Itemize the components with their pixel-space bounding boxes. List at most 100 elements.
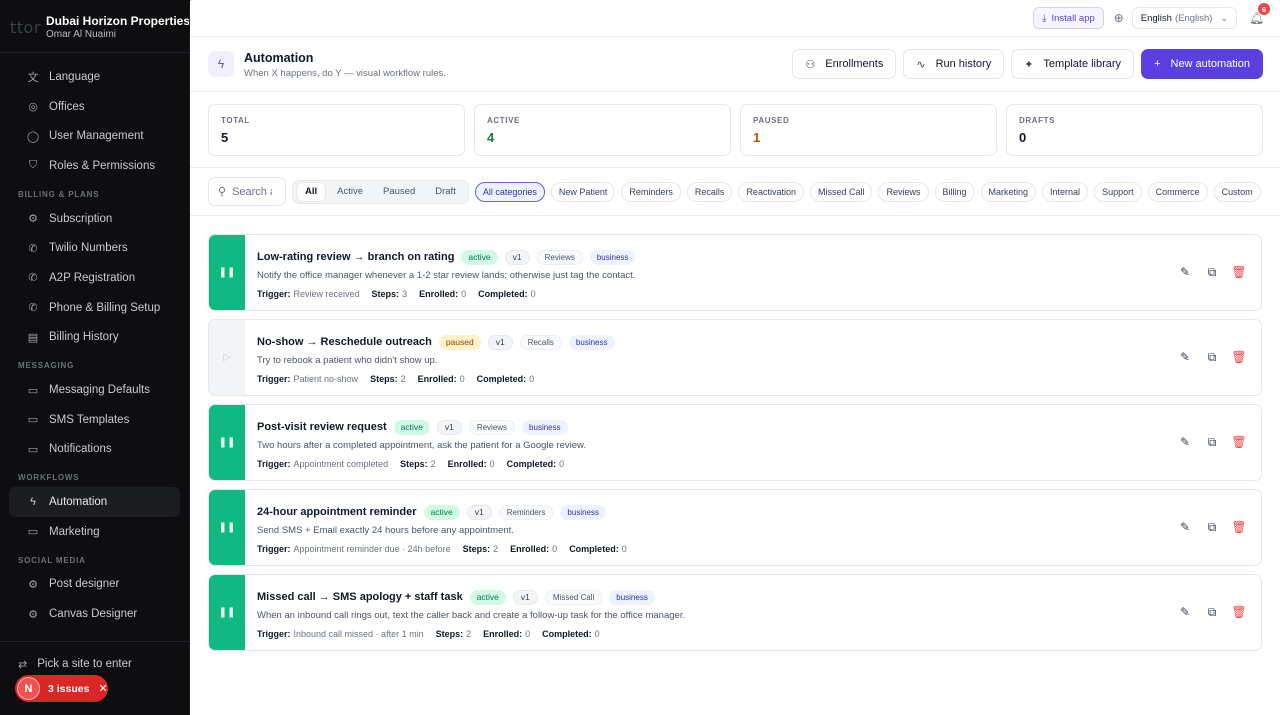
duplicate-icon[interactable]: ⧉ (1205, 435, 1219, 449)
meta-key: Trigger: (257, 459, 291, 469)
category-chip[interactable]: Support (1094, 181, 1142, 202)
category-badge: Reminders (498, 504, 554, 520)
sidebar-item-phone-billing-setup[interactable]: ✆ Phone & Billing Setup (9, 293, 180, 323)
trash-icon[interactable]: 🗑︎ (1231, 605, 1246, 619)
brand-header[interactable]: ttor Dubai Horizon Properties Omar Al Nu… (0, 0, 190, 53)
duplicate-icon[interactable]: ⧉ (1205, 605, 1219, 619)
edit-icon[interactable]: ✎ (1178, 520, 1192, 534)
sidebar-item-label: Canvas Designer (49, 608, 138, 621)
automation-card[interactable]: ▷ No-show → Reschedule outreach paused v… (208, 319, 1262, 396)
meta-value: Appointment completed (293, 459, 389, 469)
edit-icon[interactable]: ✎ (1178, 265, 1192, 279)
sidebar-item-billing-history[interactable]: ▤ Billing History (9, 323, 180, 353)
enrollments-button[interactable]: ⚇ Enrollments (792, 49, 897, 79)
trash-icon[interactable]: 🗑︎ (1231, 265, 1246, 279)
sidebar-item-sms-templates[interactable]: ▭ SMS Templates (9, 405, 180, 435)
search-input[interactable] (232, 185, 273, 198)
automation-card[interactable]: ❚❚ Missed call → SMS apology + staff tas… (208, 574, 1262, 651)
notifications-count: 6 (1258, 3, 1270, 15)
duplicate-icon[interactable]: ⧉ (1205, 520, 1219, 534)
pause-toggle[interactable]: ❚❚ (209, 575, 245, 650)
sidebar-item-label: Notifications (49, 443, 112, 456)
edit-icon[interactable]: ✎ (1178, 350, 1192, 364)
stat-value: 5 (221, 130, 229, 145)
category-chip[interactable]: Reviews (878, 181, 929, 202)
close-icon[interactable]: ✕ (98, 682, 107, 695)
duplicate-icon[interactable]: ⧉ (1205, 350, 1219, 364)
category-chip[interactable]: Reminders (621, 181, 681, 202)
status-filter-draft[interactable]: Draft (427, 183, 464, 201)
category-chip[interactable]: Billing (934, 181, 975, 202)
sidebar-item-marketing[interactable]: ▭ Marketing (9, 517, 180, 547)
sidebar-item-roles-permissions[interactable]: ⛉ Roles & Permissions (9, 151, 180, 181)
sidebar-item-notifications[interactable]: ▭ Notifications (9, 435, 180, 465)
stat-label: ACTIVE (487, 116, 520, 125)
automation-title[interactable]: Low-rating review → branch on rating (257, 251, 454, 263)
status-filter-paused[interactable]: Paused (375, 183, 423, 201)
category-chip[interactable]: Internal (1042, 181, 1089, 202)
automation-card[interactable]: ❚❚ Low-rating review → branch on rating … (208, 234, 1262, 311)
sidebar-item-messaging-defaults[interactable]: ▭ Messaging Defaults (9, 375, 180, 405)
stat-active: ACTIVE 4 (474, 104, 731, 156)
meta-enrolled: Enrolled: 0 (419, 289, 466, 299)
sidebar-item-automation[interactable]: ϟ Automation (9, 487, 180, 517)
trash-icon[interactable]: 🗑︎ (1231, 435, 1246, 449)
sidebar-item-user-management[interactable]: ◯ User Management (9, 121, 180, 151)
sidebar-item-twilio-numbers[interactable]: ✆ Twilio Numbers (9, 233, 180, 263)
meta-key: Enrolled: (447, 459, 487, 469)
play-toggle[interactable]: ▷ (209, 320, 245, 395)
automation-card[interactable]: ❚❚ Post-visit review request active v1 R… (208, 404, 1262, 481)
category-chip-all[interactable]: All categories (474, 181, 545, 202)
category-chip[interactable]: Commerce (1147, 181, 1208, 202)
category-chip[interactable]: Custom (1213, 181, 1261, 202)
edit-icon[interactable]: ✎ (1178, 605, 1192, 619)
automation-title[interactable]: 24-hour appointment reminder (257, 506, 417, 518)
sidebar-item-offices[interactable]: ◎ Offices (9, 92, 180, 122)
trash-icon[interactable]: 🗑︎ (1231, 350, 1246, 364)
bolt-icon: ϟ (30, 496, 36, 509)
meta-key: Enrolled: (483, 629, 523, 639)
automation-card[interactable]: ❚❚ 24-hour appointment reminder active v… (208, 489, 1262, 566)
meta-completed: Completed: 0 (507, 459, 565, 469)
scope-badge: business (589, 249, 636, 265)
sidebar-item-canvas-designer[interactable]: ⚙ Canvas Designer (9, 599, 180, 629)
search-box[interactable]: ⚲ (208, 177, 286, 206)
new-automation-button[interactable]: + New automation (1141, 49, 1263, 79)
run-history-button[interactable]: ∿ Run history (903, 49, 1005, 79)
category-chip[interactable]: Reactivation (738, 181, 804, 202)
version-badge: v1 (512, 589, 538, 605)
category-chip[interactable]: Marketing (980, 181, 1037, 202)
pick-site-button[interactable]: ⇄ Pick a site to enter (0, 654, 189, 674)
meta-value: 2 (430, 459, 436, 469)
sidebar-item-a2p-registration[interactable]: ✆ A2P Registration (9, 263, 180, 293)
category-badge: Reviews (536, 249, 583, 265)
automation-title[interactable]: No-show → Reschedule outreach (257, 336, 432, 348)
stat-paused: PAUSED 1 (740, 104, 997, 156)
automation-title[interactable]: Post-visit review request (257, 421, 387, 433)
category-chip[interactable]: New Patient (550, 181, 616, 202)
automation-title[interactable]: Missed call → SMS apology + staff task (257, 591, 463, 603)
status-filter-all[interactable]: All (297, 182, 326, 201)
edit-icon[interactable]: ✎ (1178, 435, 1192, 449)
issues-badge[interactable]: N 3 issues ✕ (15, 675, 108, 702)
trash-icon[interactable]: 🗑︎ (1231, 520, 1246, 534)
category-chip[interactable]: Missed Call (809, 181, 873, 202)
pause-toggle[interactable]: ❚❚ (209, 235, 245, 310)
enrollments-label: Enrollments (825, 58, 884, 70)
pause-toggle[interactable]: ❚❚ (209, 490, 245, 565)
install-app-button[interactable]: ⤓ Install app (1033, 7, 1104, 29)
meta-value: 0 (461, 289, 467, 299)
language-sub: (English) (1174, 12, 1213, 24)
version-badge: v1 (504, 249, 530, 265)
sidebar-item-language[interactable]: 文 Language (9, 62, 180, 92)
language-select[interactable]: English (English) ⌄ (1131, 7, 1237, 29)
sidebar-item-post-designer[interactable]: ⚙ Post designer (9, 570, 180, 600)
template-library-button[interactable]: ✦ Template library (1011, 49, 1135, 79)
pause-toggle[interactable]: ❚❚ (209, 405, 245, 480)
meta-key: Completed: (476, 374, 527, 384)
notifications-button[interactable]: 🔔︎ 6 (1249, 3, 1270, 25)
duplicate-icon[interactable]: ⧉ (1205, 265, 1219, 279)
sidebar-item-subscription[interactable]: ⚙ Subscription (9, 204, 180, 234)
category-chip[interactable]: Recalls (686, 181, 733, 202)
status-filter-active[interactable]: Active (329, 183, 371, 201)
